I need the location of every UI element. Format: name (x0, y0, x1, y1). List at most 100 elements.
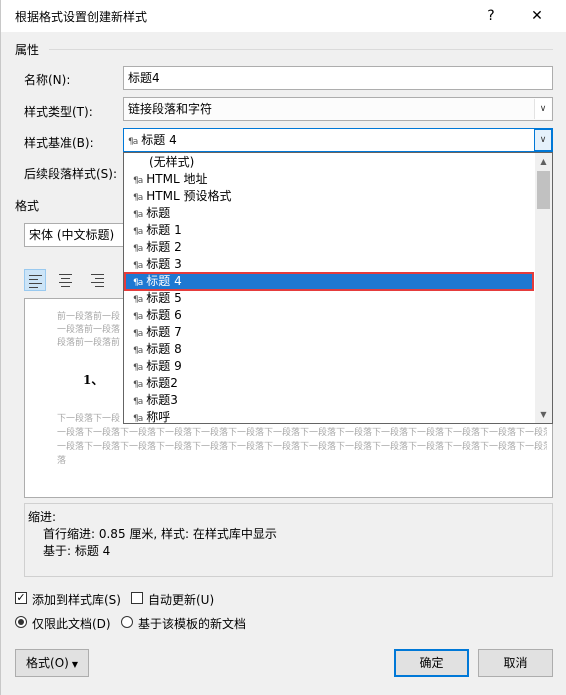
dropdown-item-label: 标题 6 (146, 308, 182, 322)
paragraph-style-icon: ¶a (133, 193, 143, 203)
paragraph-style-icon: ¶a (133, 244, 143, 254)
paragraph-style-icon: ¶a (133, 346, 143, 356)
add-to-gallery-checkbox[interactable]: ✓ (15, 592, 27, 604)
paragraph-style-icon: ¶a (133, 414, 143, 424)
auto-update-checkbox[interactable] (131, 592, 143, 604)
align-center-button[interactable] (55, 269, 77, 291)
dropdown-item-label: 标题 2 (146, 240, 182, 254)
add-to-gallery-label[interactable]: 添加到样式库(S) (32, 591, 121, 608)
dropdown-item[interactable]: ¶a 标题 8 (125, 341, 533, 358)
align-right-button[interactable] (87, 269, 109, 291)
paragraph-style-icon: ¶a (133, 210, 143, 220)
description-line: 首行缩进: 0.85 厘米, 样式: 在样式库中显示 (43, 527, 277, 541)
scrollbar-thumb[interactable] (537, 171, 550, 209)
preview-next-para: 落 (57, 456, 67, 466)
dropdown-item[interactable]: ¶a 标题 4 (124, 272, 534, 291)
paragraph-style-icon: ¶a (133, 227, 143, 237)
name-label: 名称(N): (24, 73, 71, 87)
indent-label: 缩进: (28, 510, 57, 524)
dropdown-item[interactable]: ¶a 标题3 (125, 392, 533, 409)
paragraph-style-icon: ¶a (133, 329, 143, 339)
dropdown-item-label: 称呼 (146, 410, 171, 424)
dropdown-item[interactable]: ¶a 标题2 (125, 375, 533, 392)
paragraph-style-icon: ¶a (133, 363, 143, 373)
scroll-down-icon[interactable]: ▼ (535, 406, 552, 423)
paragraph-style-icon: ¶a (133, 312, 143, 322)
preview-next-para: 一段落下一段落下一段落下一段落下一段落下一段落下一段落下一段落下一段落下一段落下… (57, 428, 547, 438)
preview-next-para: 下一段落下一段 (57, 414, 121, 424)
preview-prev-para: 前一段落前一段 (57, 312, 121, 322)
based-on-label: 样式基准(B): (24, 136, 94, 150)
auto-update-label[interactable]: 自动更新(U) (148, 591, 214, 608)
dropdown-item[interactable]: ¶a HTML 预设格式 (125, 188, 533, 205)
format-section-label: 格式 (15, 199, 40, 213)
only-this-doc-radio[interactable] (15, 616, 27, 628)
chevron-down-icon[interactable]: ∨ (534, 129, 552, 151)
dropdown-item[interactable]: ¶a 标题 1 (125, 222, 533, 239)
dropdown-item[interactable]: ¶a 标题 9 (125, 358, 533, 375)
paragraph-style-icon: ¶a (128, 137, 138, 147)
dropdown-item-label: 标题 4 (146, 274, 182, 288)
paragraph-style-icon: ¶a (133, 261, 143, 271)
style-type-select[interactable]: 链接段落和字符 ∨ (123, 97, 553, 121)
ok-button[interactable]: 确定 (394, 649, 469, 677)
preview-prev-para: 一段落前一段落 (57, 325, 121, 335)
properties-section-label: 属性 (15, 43, 40, 57)
dropdown-scrollbar[interactable]: ▲ ▼ (535, 153, 552, 423)
dropdown-item[interactable]: ¶a 称呼 (125, 409, 533, 424)
help-button[interactable]: ? (471, 2, 511, 30)
properties-separator (49, 49, 553, 50)
chevron-down-icon[interactable]: ∨ (534, 99, 551, 119)
dropdown-item-label: 标题3 (146, 393, 178, 407)
name-input[interactable]: 标题4 (123, 66, 553, 90)
dropdown-item-label: HTML 地址 (146, 172, 208, 186)
dropdown-item[interactable]: ¶a HTML 地址 (125, 171, 533, 188)
title-bar: 根据格式设置创建新样式 ? ✕ (1, 0, 566, 32)
dialog-title: 根据格式设置创建新样式 (15, 10, 148, 24)
dropdown-item[interactable]: ¶a 标题 6 (125, 307, 533, 324)
paragraph-style-icon: ¶a (133, 176, 143, 186)
new-docs-template-label[interactable]: 基于该模板的新文档 (138, 615, 246, 632)
dropdown-item[interactable]: ¶a 标题 2 (125, 239, 533, 256)
dropdown-item-label: 标题 1 (146, 223, 182, 237)
dropdown-item-label: 标题 9 (146, 359, 182, 373)
format-menu-button[interactable]: 格式(O) ▼ (15, 649, 89, 677)
dropdown-item[interactable]: ¶a 标题 (125, 205, 533, 222)
paragraph-style-icon: ¶a (133, 295, 143, 305)
based-on-select[interactable]: ¶a 标题 4 ∨ (123, 128, 553, 152)
dropdown-item-label: 标题 7 (146, 325, 182, 339)
dropdown-item[interactable]: ¶a 标题 5 (125, 290, 533, 307)
dropdown-item-label: 标题2 (146, 376, 178, 390)
dropdown-item-label: 标题 (146, 206, 171, 220)
paragraph-style-icon: ¶a (133, 278, 143, 288)
preview-heading: 1、 (83, 373, 104, 387)
dropdown-item[interactable]: (无样式) (125, 154, 533, 171)
style-description: 缩进: 首行缩进: 0.85 厘米, 样式: 在样式库中显示 基于: 标题 4 (24, 503, 553, 577)
new-docs-template-radio[interactable] (121, 616, 133, 628)
cancel-button[interactable]: 取消 (478, 649, 553, 677)
font-select[interactable]: 宋体 (中文标题) (24, 223, 126, 247)
font-value: 宋体 (中文标题) (29, 228, 115, 242)
paragraph-style-icon: ¶a (133, 397, 143, 407)
next-style-label: 后续段落样式(S): (24, 167, 118, 181)
dropdown-item-label: HTML 预设格式 (146, 189, 232, 203)
style-type-label: 样式类型(T): (24, 105, 93, 119)
dropdown-item-label: (无样式) (149, 155, 195, 169)
close-button[interactable]: ✕ (517, 2, 557, 30)
style-type-value: 链接段落和字符 (128, 102, 213, 116)
dropdown-item[interactable]: ¶a 标题 7 (125, 324, 533, 341)
align-left-button[interactable] (24, 269, 46, 291)
dropdown-item-label: 标题 8 (146, 342, 182, 356)
format-button-label: 格式(O) (26, 656, 69, 670)
preview-next-para: 一段落下一段落下一段落下一段落下一段落下一段落下一段落下一段落下一段落下一段落下… (57, 442, 547, 452)
paragraph-style-icon: ¶a (133, 380, 143, 390)
only-this-doc-label[interactable]: 仅限此文档(D) (32, 615, 111, 632)
description-line: 基于: 标题 4 (43, 544, 111, 558)
dropdown-item-label: 标题 5 (146, 291, 182, 305)
scroll-up-icon[interactable]: ▲ (535, 153, 552, 170)
dropdown-item-label: 标题 3 (146, 257, 182, 271)
based-on-dropdown-list[interactable]: (无样式) ¶a HTML 地址 ¶a HTML 预设格式 ¶a 标题 ¶a 标题 1 ¶a 标题 … (123, 152, 553, 424)
dropdown-item[interactable]: ¶a 标题 3 (125, 256, 533, 273)
preview-prev-para: 段落前一段落前 (57, 338, 121, 348)
caret-down-icon: ▼ (71, 660, 78, 669)
